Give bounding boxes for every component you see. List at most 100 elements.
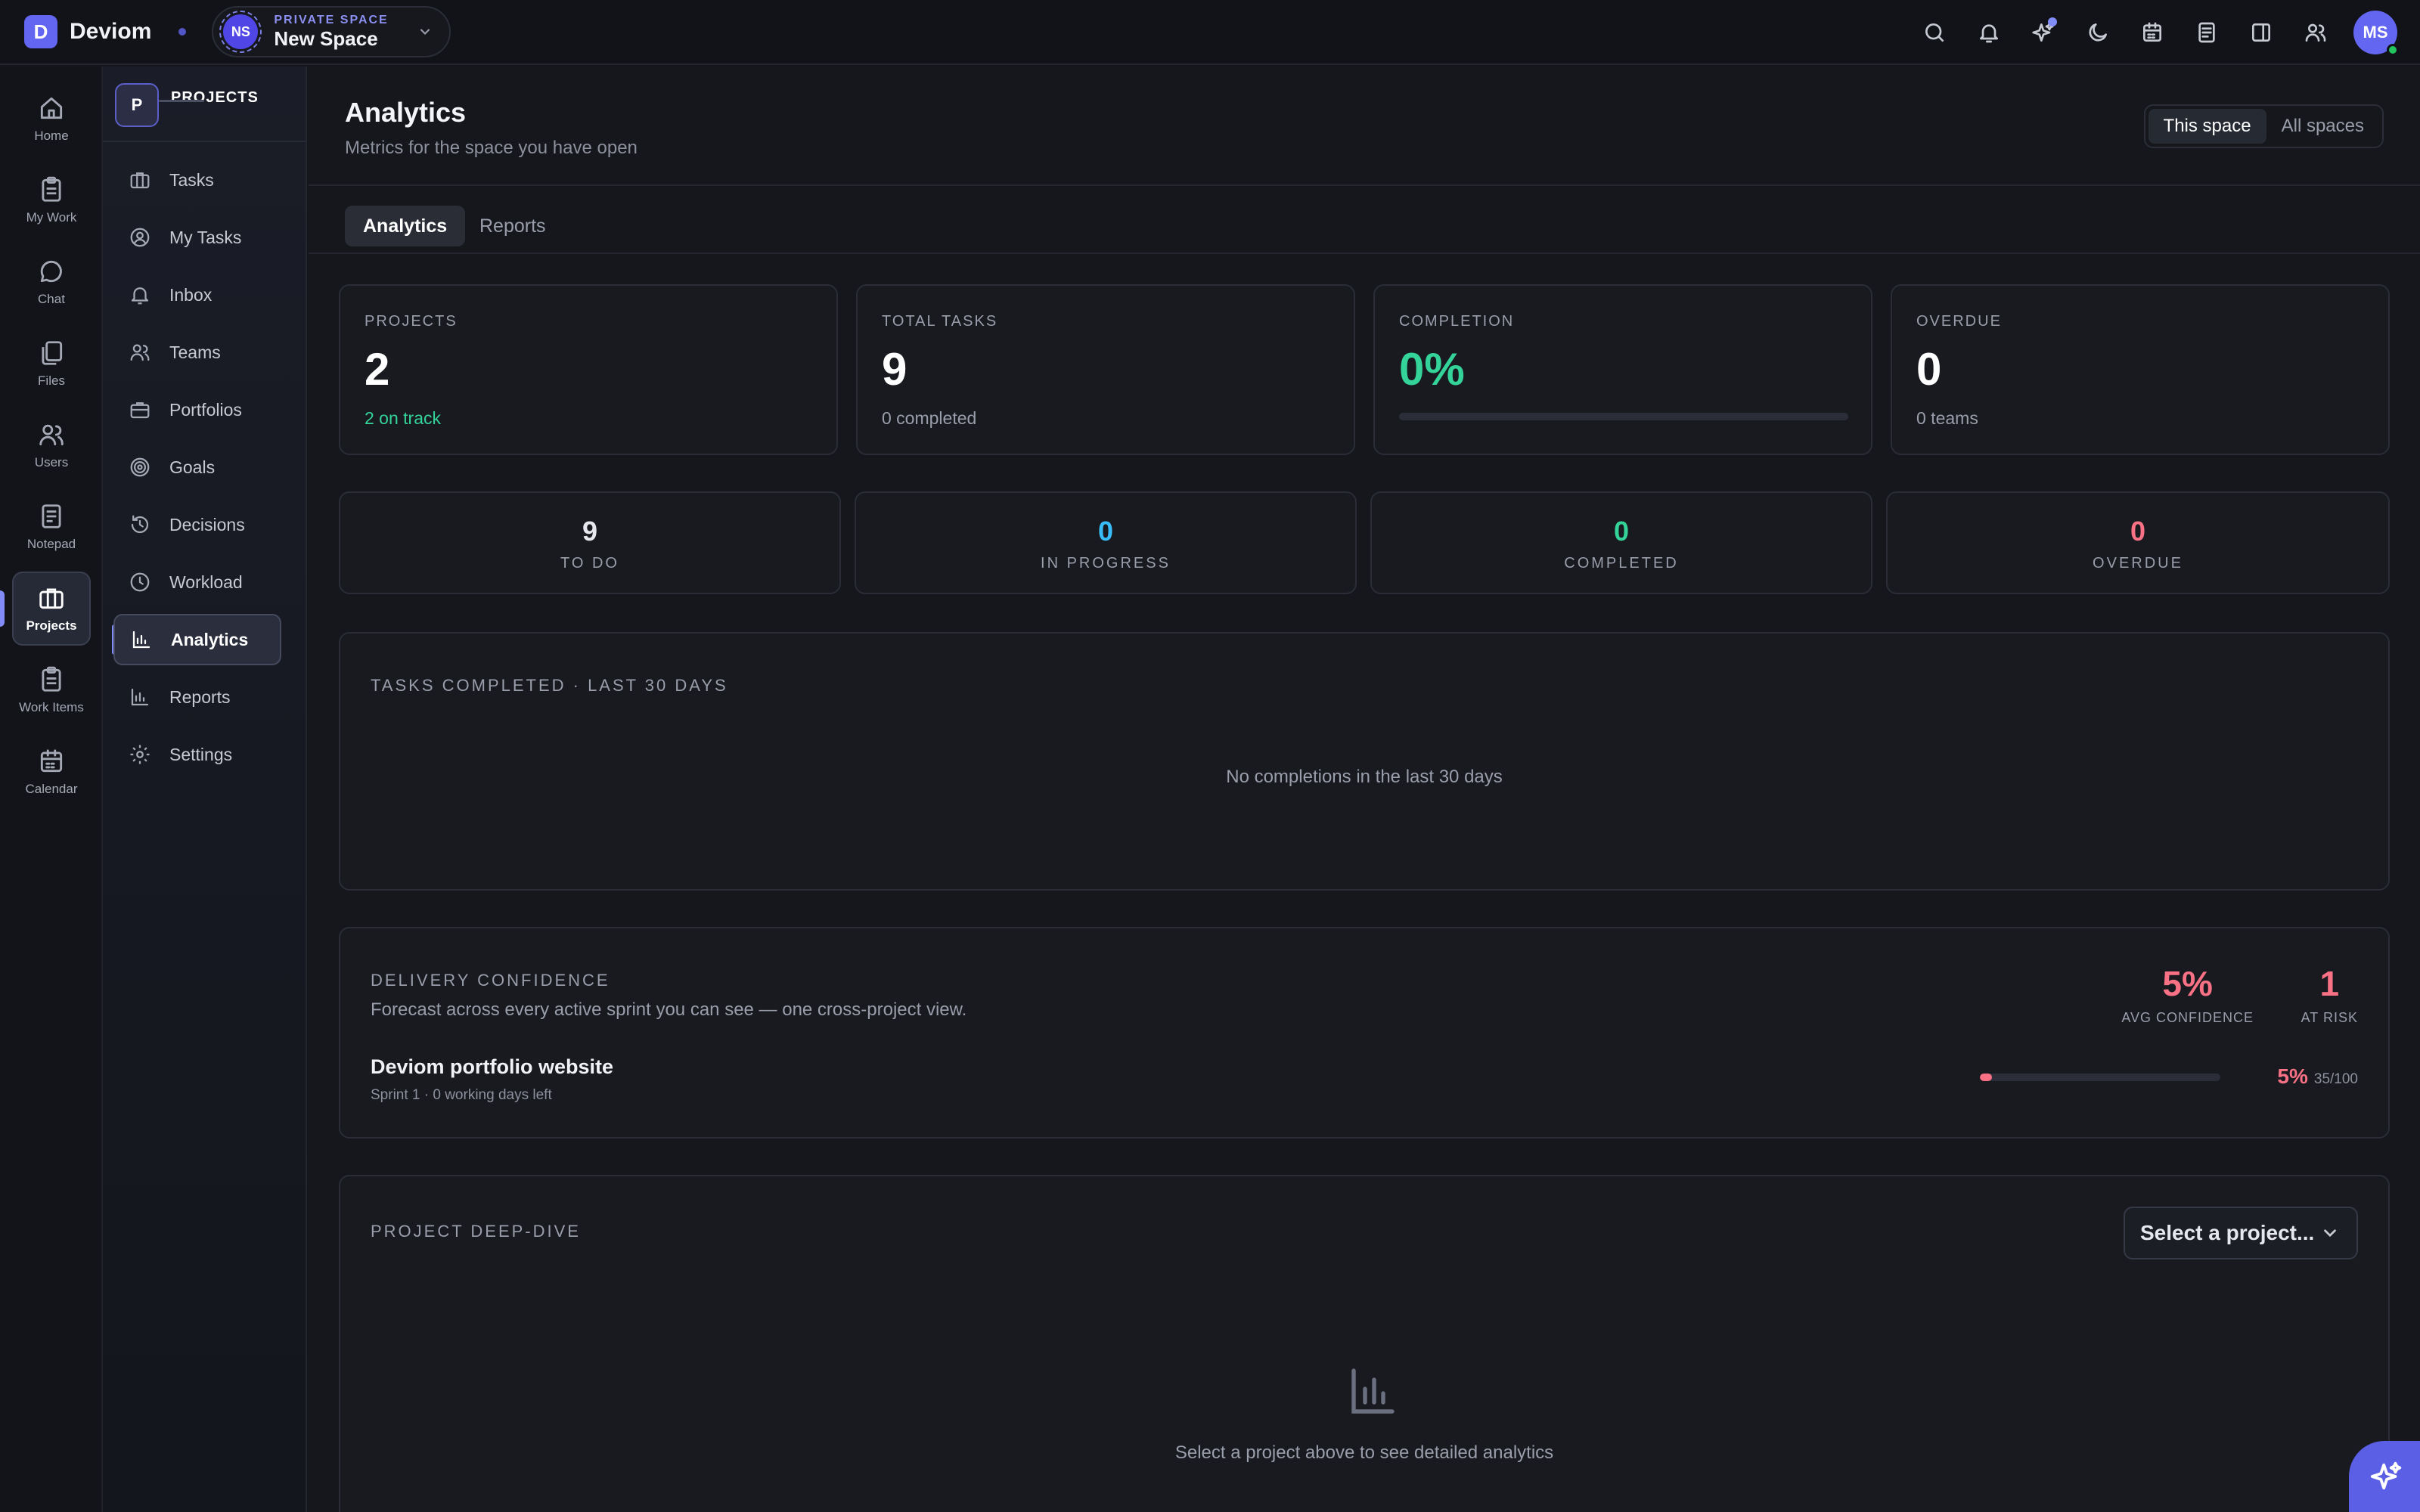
confidence-progress-bar bbox=[1980, 1074, 2220, 1081]
status-dot bbox=[178, 28, 187, 36]
scope-toggle: This space All spaces bbox=[2143, 104, 2384, 148]
clock-icon bbox=[130, 572, 150, 592]
kpi-sub: 0 completed bbox=[882, 408, 977, 428]
bar-chart-icon bbox=[131, 688, 149, 706]
gear-icon bbox=[130, 745, 150, 764]
sidebar-item-workload[interactable]: Workload bbox=[113, 556, 281, 608]
tasks-completed-card: TASKS COMPLETED · LAST 30 DAYS No comple… bbox=[339, 632, 2390, 891]
section-title: DELIVERY CONFIDENCE bbox=[371, 971, 610, 990]
avg-confidence-metric: 5% AVG CONFIDENCE bbox=[2121, 963, 2254, 1026]
kpi-sub: 0 teams bbox=[1916, 408, 1978, 428]
briefcase-icon bbox=[130, 172, 150, 189]
rail-item-calendar[interactable]: Calendar bbox=[12, 735, 91, 809]
kpi-card-overdue: OVERDUE 0 0 teams bbox=[1891, 284, 2390, 455]
kpi-value: 9 bbox=[882, 344, 908, 395]
calendar-icon bbox=[40, 749, 63, 773]
rail-item-files[interactable]: Files bbox=[12, 327, 91, 401]
bar-chart-icon bbox=[132, 631, 150, 649]
kpi-label: COMPLETION bbox=[1399, 313, 1515, 330]
projects-logo: P bbox=[115, 83, 159, 127]
sidebar-item-portfolios[interactable]: Portfolios bbox=[113, 384, 281, 435]
kpi-label: TOTAL TASKS bbox=[882, 313, 998, 330]
sidebar-item-decisions[interactable]: Decisions bbox=[113, 499, 281, 550]
moon-icon bbox=[2089, 23, 2107, 42]
at-risk-metric: 1 AT RISK bbox=[2301, 963, 2358, 1026]
chat-bubble-icon bbox=[40, 260, 62, 283]
ai-assistant-button[interactable] bbox=[2016, 5, 2071, 60]
user-circle-icon bbox=[130, 228, 150, 247]
users-icon bbox=[39, 424, 64, 446]
sidebar-item-analytics[interactable]: Analytics bbox=[113, 614, 281, 665]
brand[interactable]: D Deviom bbox=[24, 15, 151, 48]
files-icon bbox=[42, 341, 63, 365]
status-card-overdue: 0 OVERDUE bbox=[1886, 491, 2390, 594]
kpi-label: PROJECTS bbox=[365, 313, 458, 330]
search-button[interactable] bbox=[1907, 5, 1962, 60]
users-icon bbox=[130, 344, 150, 361]
sidebar-item-inbox[interactable]: Inbox bbox=[113, 269, 281, 321]
sidebar-item-settings[interactable]: Settings bbox=[113, 729, 281, 780]
rail-item-home[interactable]: Home bbox=[12, 82, 91, 156]
sidebar-header: P PROJECTS bbox=[115, 83, 259, 127]
notepad-icon bbox=[42, 504, 61, 528]
scope-all-spaces-button[interactable]: All spaces bbox=[2266, 109, 2379, 144]
rail-item-chat[interactable]: Chat bbox=[12, 245, 91, 319]
sparkles-icon bbox=[2370, 1461, 2402, 1490]
confidence-percent: 5% bbox=[2277, 1064, 2308, 1088]
theme-toggle-button[interactable] bbox=[2071, 5, 2125, 60]
rail-item-users[interactable]: Users bbox=[12, 408, 91, 482]
user-avatar[interactable]: MS bbox=[2353, 11, 2399, 56]
notifications-button[interactable] bbox=[1962, 5, 2016, 60]
stat-value: 0 bbox=[1613, 516, 1630, 547]
ai-assistant-fab[interactable] bbox=[2349, 1441, 2420, 1512]
project-select[interactable]: Select a project... bbox=[2124, 1207, 2358, 1259]
sidebar-item-teams[interactable]: Teams bbox=[113, 327, 281, 378]
rail-active-indicator bbox=[0, 590, 5, 627]
main-content: Analytics Metrics for the space you have… bbox=[309, 67, 2420, 1512]
calendar-icon bbox=[2143, 22, 2161, 42]
sidebar-panel-icon bbox=[2252, 23, 2270, 42]
users-icon bbox=[2305, 23, 2326, 42]
projects-sidebar: P PROJECTS Tasks My Tasks Inbox Teams Po… bbox=[103, 67, 307, 1512]
sidebar-item-goals[interactable]: Goals bbox=[113, 442, 281, 493]
rail-item-projects[interactable]: Projects bbox=[12, 572, 91, 646]
briefcase-icon bbox=[39, 588, 64, 609]
space-switcher[interactable]: NS PRIVATE SPACE New Space bbox=[212, 6, 451, 57]
section-title: PROJECT DEEP-DIVE bbox=[371, 1222, 581, 1241]
status-card-todo: 9 TO DO bbox=[339, 491, 841, 594]
tab-reports[interactable]: Reports bbox=[461, 206, 564, 246]
members-button[interactable] bbox=[2288, 5, 2343, 60]
sidebar-item-tasks[interactable]: Tasks bbox=[113, 154, 281, 206]
search-icon bbox=[1925, 23, 1944, 42]
sidebar-item-my-tasks[interactable]: My Tasks bbox=[113, 212, 281, 263]
bell-icon bbox=[131, 287, 149, 305]
top-bar: D Deviom NS PRIVATE SPACE New Space MS bbox=[0, 0, 2420, 65]
project-confidence: 5% 35/100 bbox=[2277, 1064, 2358, 1089]
tab-analytics[interactable]: Analytics bbox=[345, 206, 466, 246]
space-name: New Space bbox=[274, 27, 378, 50]
project-name-link[interactable]: Deviom portfolio website bbox=[371, 1055, 613, 1079]
kpi-value: 0% bbox=[1399, 344, 1465, 395]
scope-this-space-button[interactable]: This space bbox=[2148, 109, 2266, 144]
rail-item-work-items[interactable]: Work Items bbox=[12, 653, 91, 727]
metric-label: AVG CONFIDENCE bbox=[2121, 1010, 2254, 1025]
stat-value: 0 bbox=[1097, 516, 1114, 547]
panel-toggle-button[interactable] bbox=[2234, 5, 2288, 60]
stat-value: 0 bbox=[2130, 516, 2146, 547]
kpi-sub: 2 on track bbox=[365, 408, 441, 428]
sidebar-item-reports[interactable]: Reports bbox=[113, 671, 281, 723]
confidence-progress-fill bbox=[1980, 1074, 1992, 1081]
notes-button[interactable] bbox=[2180, 5, 2234, 60]
rail-item-notepad[interactable]: Notepad bbox=[12, 490, 91, 564]
stat-value: 9 bbox=[582, 516, 598, 547]
tab-bar: Analytics Reports bbox=[309, 187, 2420, 254]
calendar-button[interactable] bbox=[2125, 5, 2180, 60]
bar-chart-icon bbox=[1351, 1368, 1395, 1414]
sidebar-title-underline bbox=[159, 100, 204, 102]
status-card-completed: 0 COMPLETED bbox=[1370, 491, 1872, 594]
notepad-icon bbox=[2198, 22, 2215, 43]
rail-item-my-work[interactable]: My Work bbox=[12, 163, 91, 237]
kpi-card-projects: PROJECTS 2 2 on track bbox=[339, 284, 838, 455]
home-icon bbox=[40, 97, 63, 119]
space-kicker: PRIVATE SPACE bbox=[274, 14, 389, 26]
